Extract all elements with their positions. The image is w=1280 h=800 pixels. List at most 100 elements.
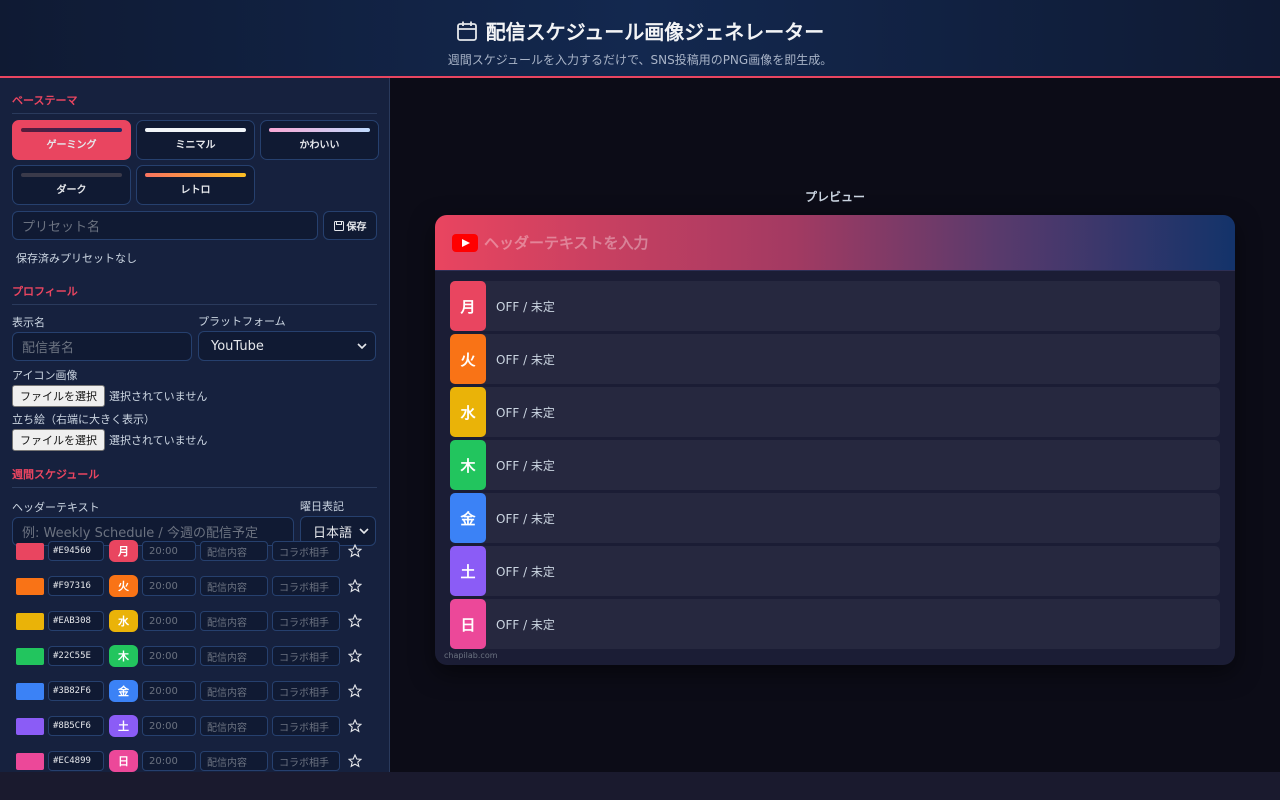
preview-day-row: 土 OFF / 未定 xyxy=(450,546,1220,596)
preview-day-row: 水 OFF / 未定 xyxy=(450,387,1220,437)
display-name-label: 表示名 xyxy=(12,315,45,329)
preview-header: ヘッダーテキストを入力 xyxy=(435,215,1235,271)
section-title-profile: プロフィール xyxy=(12,283,377,305)
preview-day-status: OFF / 未定 xyxy=(496,564,555,579)
icon-file-button[interactable]: ファイルを選択 xyxy=(12,385,105,407)
content-input[interactable]: 配信内容 xyxy=(200,541,268,561)
platform-select[interactable]: YouTube xyxy=(198,331,376,361)
color-hex-input[interactable]: #EC4899 xyxy=(48,751,104,771)
theme-retro-button[interactable]: レトロ xyxy=(136,165,255,205)
display-name-input[interactable]: 配信者名 xyxy=(12,331,192,361)
preview-day-badge: 火 xyxy=(450,334,486,384)
section-title-theme: ベーステーマ xyxy=(12,92,377,114)
theme-gaming-button[interactable]: ゲーミング xyxy=(12,120,131,160)
preview-area: プレビュー ヘッダーテキストを入力 月 OFF / 未定火 OFF / 未定水 OFF… xyxy=(390,78,1280,772)
section-title-schedule: 週間スケジュール xyxy=(12,466,377,488)
day-row: #22C55E 木 20:00 配信内容 コラボ相手 xyxy=(16,645,362,667)
preview-day-row: 火 OFF / 未定 xyxy=(450,334,1220,384)
star-icon[interactable] xyxy=(348,579,362,593)
collab-input[interactable]: コラボ相手 xyxy=(272,716,340,736)
day-row: #E94560 月 20:00 配信内容 コラボ相手 xyxy=(16,540,362,562)
preview-day-status: OFF / 未定 xyxy=(496,352,555,367)
color-hex-input[interactable]: #3B82F6 xyxy=(48,681,104,701)
color-swatch[interactable] xyxy=(16,542,44,560)
preview-label: プレビュー xyxy=(804,190,865,204)
preview-day-badge: 木 xyxy=(450,440,486,490)
color-hex-input[interactable]: #22C55E xyxy=(48,646,104,666)
standing-file-button[interactable]: ファイルを選択 xyxy=(12,429,105,451)
day-chip: 火 xyxy=(109,575,138,597)
day-row: #F97316 火 20:00 配信内容 コラボ相手 xyxy=(16,575,362,597)
preview-day-status: OFF / 未定 xyxy=(496,299,555,314)
day-format-label: 曜日表記 xyxy=(300,500,344,513)
color-swatch[interactable] xyxy=(16,612,44,630)
color-swatch[interactable] xyxy=(16,577,44,595)
page-title: 配信スケジュール画像ジェネレーター xyxy=(485,20,825,44)
color-hex-input[interactable]: #E94560 xyxy=(48,541,104,561)
preview-day-row: 月 OFF / 未定 xyxy=(450,281,1220,331)
collab-input[interactable]: コラボ相手 xyxy=(272,541,340,561)
app-header: 配信スケジュール画像ジェネレーター 週間スケジュールを入力するだけで、SNS投稿… xyxy=(0,0,1280,78)
preview-day-status: OFF / 未定 xyxy=(496,511,555,526)
content-input[interactable]: 配信内容 xyxy=(200,681,268,701)
preview-day-badge: 土 xyxy=(450,546,486,596)
preview-header-text: ヘッダーテキストを入力 xyxy=(484,234,649,252)
star-icon[interactable] xyxy=(348,614,362,628)
time-input[interactable]: 20:00 xyxy=(142,646,196,666)
preview-day-badge: 水 xyxy=(450,387,486,437)
star-icon[interactable] xyxy=(348,684,362,698)
content-input[interactable]: 配信内容 xyxy=(200,646,268,666)
content-input[interactable]: 配信内容 xyxy=(200,611,268,631)
schedule-preview-card: ヘッダーテキストを入力 月 OFF / 未定火 OFF / 未定水 OFF / 未定木… xyxy=(435,215,1235,665)
star-icon[interactable] xyxy=(348,544,362,558)
content-input[interactable]: 配信内容 xyxy=(200,751,268,771)
theme-dark-button[interactable]: ダーク xyxy=(12,165,131,205)
day-chip: 金 xyxy=(109,680,138,702)
preview-day-row: 金 OFF / 未定 xyxy=(450,493,1220,543)
watermark: chapilab.com xyxy=(444,651,498,660)
day-chip: 土 xyxy=(109,715,138,737)
collab-input[interactable]: コラボ相手 xyxy=(272,611,340,631)
theme-cute-button[interactable]: かわいい xyxy=(260,120,379,160)
time-input[interactable]: 20:00 xyxy=(142,681,196,701)
color-swatch[interactable] xyxy=(16,647,44,665)
floppy-disk-icon xyxy=(333,220,344,231)
star-icon[interactable] xyxy=(348,754,362,768)
color-hex-input[interactable]: #EAB308 xyxy=(48,611,104,631)
save-preset-button[interactable]: 保存 xyxy=(323,211,377,240)
time-input[interactable]: 20:00 xyxy=(142,751,196,771)
preset-name-input[interactable]: プリセット名 xyxy=(12,211,318,240)
color-swatch[interactable] xyxy=(16,717,44,735)
content-input[interactable]: 配信内容 xyxy=(200,576,268,596)
color-swatch[interactable] xyxy=(16,752,44,770)
icon-file-status: 選択されていません xyxy=(109,390,208,403)
day-chip: 月 xyxy=(109,540,138,562)
color-hex-input[interactable]: #8B5CF6 xyxy=(48,716,104,736)
theme-minimal-button[interactable]: ミニマル xyxy=(136,120,255,160)
day-row: #EC4899 日 20:00 配信内容 コラボ相手 xyxy=(16,750,362,772)
star-icon[interactable] xyxy=(348,719,362,733)
color-swatch[interactable] xyxy=(16,682,44,700)
time-input[interactable]: 20:00 xyxy=(142,576,196,596)
collab-input[interactable]: コラボ相手 xyxy=(272,646,340,666)
preview-day-status: OFF / 未定 xyxy=(496,617,555,632)
time-input[interactable]: 20:00 xyxy=(142,541,196,561)
chevron-down-icon xyxy=(357,343,367,349)
header-text-label: ヘッダーテキスト xyxy=(12,501,100,514)
day-row: #EAB308 水 20:00 配信内容 コラボ相手 xyxy=(16,610,362,632)
time-input[interactable]: 20:00 xyxy=(142,716,196,736)
content-input[interactable]: 配信内容 xyxy=(200,716,268,736)
preview-day-badge: 月 xyxy=(450,281,486,331)
day-chip: 水 xyxy=(109,610,138,632)
preview-day-status: OFF / 未定 xyxy=(496,405,555,420)
collab-input[interactable]: コラボ相手 xyxy=(272,681,340,701)
preview-day-badge: 金 xyxy=(450,493,486,543)
color-hex-input[interactable]: #F97316 xyxy=(48,576,104,596)
collab-input[interactable]: コラボ相手 xyxy=(272,751,340,771)
time-input[interactable]: 20:00 xyxy=(142,611,196,631)
collab-input[interactable]: コラボ相手 xyxy=(272,576,340,596)
platform-label: プラットフォーム xyxy=(198,315,286,328)
star-icon[interactable] xyxy=(348,649,362,663)
preview-day-row: 木 OFF / 未定 xyxy=(450,440,1220,490)
calendar-icon xyxy=(456,21,477,41)
